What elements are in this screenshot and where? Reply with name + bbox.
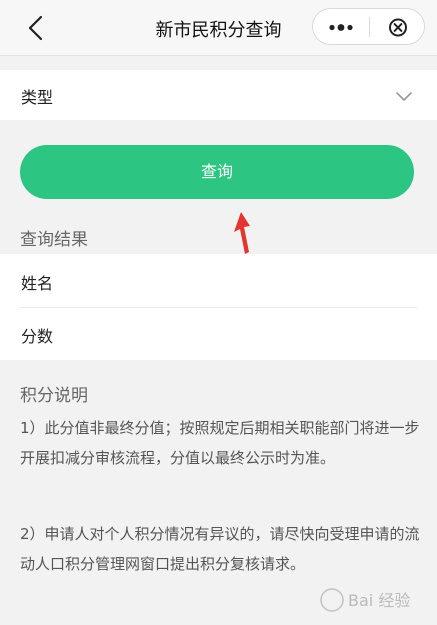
red-arrow-icon (234, 212, 250, 254)
watermark-text: Bai 经验 (348, 591, 410, 610)
close-button[interactable] (370, 9, 426, 46)
query-button[interactable]: 查询 (20, 145, 414, 199)
circle-close-icon (389, 18, 407, 37)
type-selector[interactable]: 类型 (0, 70, 437, 120)
name-label: 姓名 (21, 274, 54, 293)
score-label: 分数 (21, 327, 54, 346)
more-button[interactable] (313, 9, 369, 46)
note-item-2: 2）申请人对个人积分情况有异议的，请尽快向受理申请的流动人口积分管理网窗口提出积… (20, 525, 420, 573)
results-list: 姓名 分数 (0, 254, 437, 360)
notes-title: 积分说明 (20, 386, 88, 406)
note-item-1: 1）此分值非最终分值；按照规定后期相关职能部门将进一步开展扣减分审核流程，分值以… (20, 419, 420, 467)
watermark-logo: Bai 经验 (320, 588, 410, 612)
chevron-down-icon (396, 92, 412, 101)
result-row-name: 姓名 (0, 254, 437, 308)
results-title: 查询结果 (20, 230, 88, 250)
type-label: 类型 (21, 88, 54, 107)
nav-bar: 新市民积分查询 (0, 0, 437, 56)
result-row-score: 分数 (0, 307, 437, 360)
mini-program-capsule (312, 8, 425, 45)
more-dots-icon (329, 24, 353, 31)
